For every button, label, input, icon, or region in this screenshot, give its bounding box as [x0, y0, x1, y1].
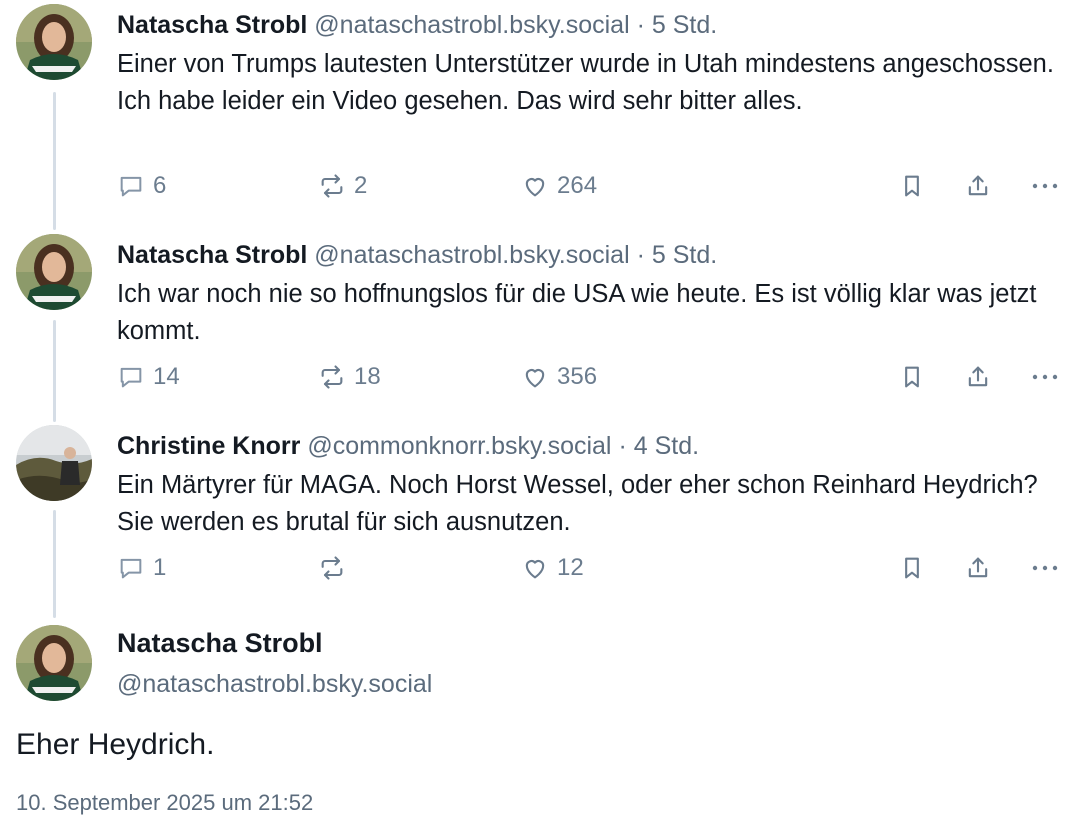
more-icon	[1032, 565, 1058, 571]
post-meta: Natascha Strobl @nataschastrobl.bsky.soc…	[117, 240, 717, 270]
more-icon	[1032, 183, 1058, 189]
main-post-text: Eher Heydrich.	[16, 728, 215, 761]
avatar[interactable]	[16, 234, 92, 310]
meta-separator: ·	[618, 432, 627, 460]
more-icon	[1032, 374, 1058, 380]
repost-count: 2	[354, 172, 368, 199]
reply-count: 1	[153, 554, 167, 581]
reply-count: 6	[153, 172, 167, 199]
like-count: 356	[557, 363, 598, 390]
repost-button[interactable]: 18	[318, 357, 381, 397]
author-handle[interactable]: @nataschastrobl.bsky.social	[314, 11, 629, 39]
repost-icon	[321, 365, 343, 389]
main-avatar[interactable]	[16, 625, 92, 701]
meta-separator: ·	[636, 11, 645, 39]
bookmark-button[interactable]	[898, 548, 926, 588]
bookmark-icon	[905, 366, 919, 388]
author-name[interactable]: Natascha Strobl	[117, 11, 307, 39]
main-post-date[interactable]: 10. September 2025 um 21:52	[16, 790, 313, 816]
post-text: Einer von Trumps lautesten Unterstützer …	[117, 50, 1054, 115]
natascha-avatar-icon	[16, 625, 92, 701]
reply-button[interactable]: 6	[117, 166, 166, 206]
share-button[interactable]	[964, 548, 992, 588]
more-button[interactable]	[1030, 548, 1060, 588]
avatar[interactable]	[16, 425, 92, 501]
more-button[interactable]	[1030, 357, 1060, 397]
like-icon	[525, 560, 545, 579]
repost-icon	[321, 556, 343, 580]
bookmark-icon	[905, 557, 919, 579]
share-button[interactable]	[964, 357, 992, 397]
like-count: 264	[557, 172, 598, 199]
like-icon	[525, 369, 545, 388]
like-button[interactable]: 264	[521, 166, 597, 206]
reply-icon	[120, 558, 142, 579]
like-button[interactable]: 356	[521, 357, 597, 397]
post-actions: 1 12	[0, 548, 1080, 588]
christine-avatar-icon	[16, 425, 92, 501]
repost-button[interactable]: 2	[318, 166, 367, 206]
meta-separator: ·	[636, 241, 645, 269]
bookmark-icon	[905, 175, 919, 197]
post-actions: 6 2 264	[0, 166, 1080, 206]
thread-post[interactable]: Natascha Strobl @nataschastrobl.bsky.soc…	[0, 234, 1080, 414]
repost-button[interactable]	[318, 548, 354, 588]
post-text: Ich war noch nie so hoffnungslos für die…	[117, 280, 1037, 345]
author-handle[interactable]: @nataschastrobl.bsky.social	[314, 241, 629, 269]
reply-icon	[120, 367, 142, 388]
like-button[interactable]: 12	[521, 548, 584, 588]
post-actions: 14 18 356	[0, 357, 1080, 397]
share-button[interactable]	[964, 166, 992, 206]
author-name[interactable]: Christine Knorr	[117, 432, 300, 460]
like-icon	[525, 178, 545, 197]
bookmark-button[interactable]	[898, 166, 926, 206]
post-time[interactable]: 4 Std.	[634, 432, 699, 460]
repost-count: 18	[354, 363, 381, 390]
more-button[interactable]	[1030, 166, 1060, 206]
author-handle[interactable]: @commonknorr.bsky.social	[307, 432, 611, 460]
post-time[interactable]: 5 Std.	[652, 11, 717, 39]
post-text: Ein Märtyrer für MAGA. Noch Horst Wessel…	[117, 471, 1038, 536]
repost-icon	[321, 174, 343, 198]
avatar[interactable]	[16, 4, 92, 80]
share-icon	[968, 557, 988, 578]
main-author-name[interactable]: Natascha Strobl	[117, 628, 323, 659]
reply-icon	[120, 176, 142, 197]
natascha-avatar-icon	[16, 234, 92, 310]
like-count: 12	[557, 554, 584, 581]
reply-button[interactable]: 1	[117, 548, 166, 588]
thread-post[interactable]: Christine Knorr @commonknorr.bsky.social…	[0, 425, 1080, 605]
post-time[interactable]: 5 Std.	[652, 241, 717, 269]
share-icon	[968, 366, 988, 387]
post-meta: Christine Knorr @commonknorr.bsky.social…	[117, 431, 699, 461]
author-name[interactable]: Natascha Strobl	[117, 241, 307, 269]
post-meta: Natascha Strobl @nataschastrobl.bsky.soc…	[117, 10, 717, 40]
reply-button[interactable]: 14	[117, 357, 180, 397]
main-author-handle[interactable]: @nataschastrobl.bsky.social	[117, 670, 432, 699]
thread-post[interactable]: Natascha Strobl @nataschastrobl.bsky.soc…	[0, 4, 1080, 224]
reply-count: 14	[153, 363, 180, 390]
natascha-avatar-icon	[16, 4, 92, 80]
share-icon	[968, 175, 988, 196]
bookmark-button[interactable]	[898, 357, 926, 397]
